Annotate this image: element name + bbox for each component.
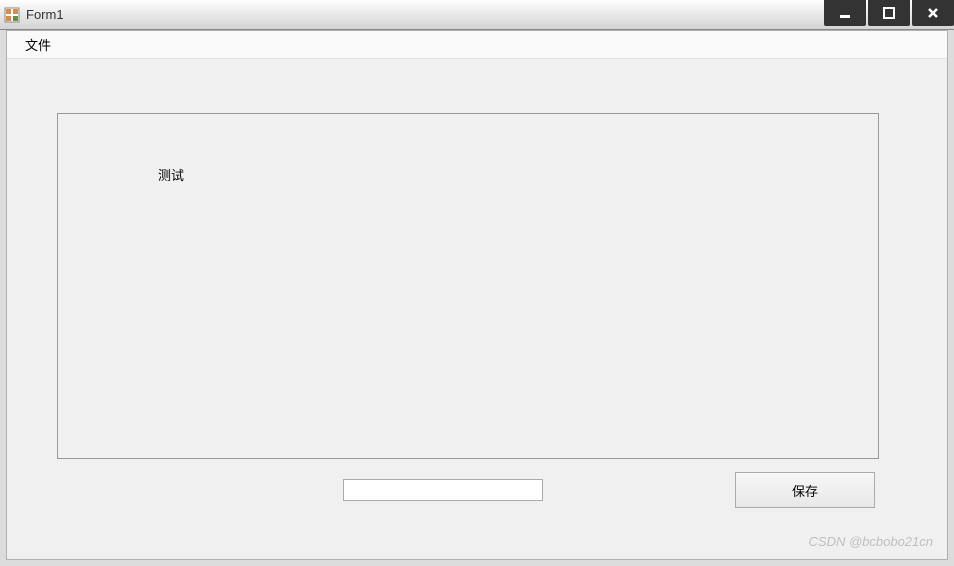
maximize-button[interactable] — [868, 0, 910, 26]
save-button[interactable]: 保存 — [735, 472, 875, 508]
client-area: 测试 保存 CSDN @bcbobo21cn — [7, 59, 947, 559]
titlebar[interactable]: Form1 — [0, 0, 954, 30]
menu-file[interactable]: 文件 — [15, 31, 61, 58]
close-button[interactable] — [912, 0, 954, 26]
watermark: CSDN @bcbobo21cn — [809, 534, 933, 549]
app-icon — [4, 7, 20, 23]
text-input[interactable] — [343, 479, 543, 501]
main-panel: 测试 — [57, 113, 879, 459]
minimize-button[interactable] — [824, 0, 866, 26]
window-controls — [822, 0, 954, 26]
window-title: Form1 — [26, 7, 64, 22]
panel-label: 测试 — [158, 165, 184, 184]
window-body: 文件 测试 保存 CSDN @bcbobo21cn — [0, 30, 954, 566]
window-inner: 文件 测试 保存 CSDN @bcbobo21cn — [6, 30, 948, 560]
menubar: 文件 — [7, 31, 947, 59]
